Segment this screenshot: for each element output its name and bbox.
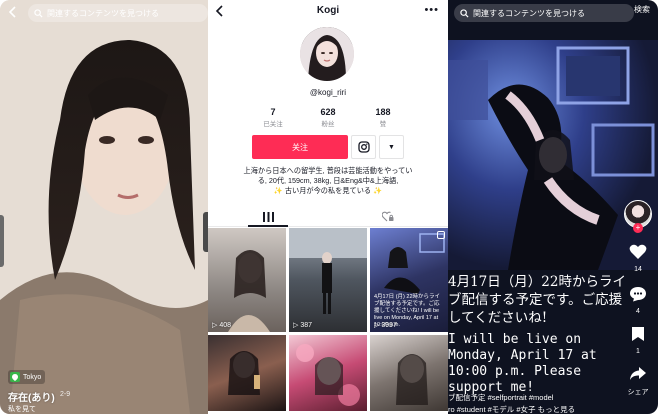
video-caption-japanese: 4月17日（月）22時からライブ配信する予定です。ご応援してくださいね! [448, 274, 626, 326]
search-icon [460, 8, 469, 18]
like-button[interactable]: 14 [624, 244, 652, 273]
bio-line: ✨ 古い月が今の私を見ている ✨ [273, 186, 383, 195]
chevron-left-icon [8, 6, 16, 18]
video-caption: 私を見て [8, 406, 36, 413]
hashtag-line[interactable]: ブ配信予定 #selfportrait #model [448, 392, 638, 404]
stat-number: 188 [375, 107, 391, 117]
thumbnail-image [296, 344, 360, 406]
tab-videos[interactable] [208, 207, 328, 227]
profile-bio: 上海から日本への留学生, 普段は芸能活動をやってい る, 20代, 159cm,… [222, 166, 434, 196]
profile-actions: 关注 ▼ [252, 135, 404, 159]
save-count: 1 [636, 348, 640, 355]
search-placeholder: 関連するコンテンツを見つける [47, 8, 159, 18]
search-input[interactable]: 関連するコンテンツを見つける [28, 4, 208, 22]
video-frame [0, 0, 208, 414]
play-icon: ▷ [212, 322, 218, 329]
follow-plus-icon[interactable]: + [633, 223, 643, 233]
hashtag-line[interactable]: ro #student #モデル #女子 もっと見る [448, 404, 638, 414]
drawer-handle[interactable] [0, 215, 4, 267]
instagram-button[interactable] [351, 135, 376, 159]
bio-line: 上海から日本への留学生, 普段は芸能活動をやってい [243, 166, 413, 175]
stat-label: 粉丝 [321, 121, 335, 128]
profile-tabs [208, 207, 448, 227]
video-hashtags: ブ配信予定 #selfportrait #model ro #student #… [448, 392, 638, 414]
thumbnail-image [228, 351, 260, 395]
play-icon: ▷ [293, 322, 299, 329]
stat-label: 赞 [379, 121, 387, 128]
heart-icon [629, 244, 647, 259]
avatar[interactable] [300, 27, 354, 81]
followers-stat[interactable]: 628 粉丝 [303, 107, 353, 128]
suggested-accounts-button[interactable]: ▼ [379, 135, 404, 159]
search-button[interactable]: 検索 [634, 4, 650, 15]
video-thumbnail[interactable]: 4月17日 (月) 22時からライブ配信する予定です。ご応援してくださいね! I… [370, 228, 448, 332]
location-pin-icon [10, 372, 20, 382]
more-options-icon[interactable]: ••• [424, 4, 439, 16]
search-input[interactable]: 関連するコンテンツを見つける [454, 4, 634, 22]
comment-icon [630, 287, 646, 302]
back-button[interactable] [5, 3, 19, 21]
video-caption-english: I will be live on Monday, April 17 at 10… [448, 332, 597, 395]
share-icon [630, 367, 646, 380]
following-stat[interactable]: 7 已关注 [248, 107, 298, 128]
instagram-icon [357, 141, 370, 153]
left-video-panel[interactable]: 関連するコンテンツを見つける Tokyo 存在(あり) 2-9 私を見て [0, 0, 208, 414]
like-count: 14 [634, 266, 642, 273]
comment-button[interactable]: 4 [624, 286, 652, 315]
stat-number: 7 [270, 107, 276, 117]
video-grid: ▷ 408 ▷ 387 4月17日 (月) 22時からライブ配信する予定です。ご応援… [208, 228, 448, 411]
comment-count: 4 [636, 308, 640, 315]
video-thumbnail[interactable]: ▷ 387 [289, 228, 367, 332]
location-badge[interactable]: Tokyo [8, 370, 46, 384]
video-thumbnail[interactable] [370, 335, 448, 411]
thumbnail-image [289, 228, 367, 314]
profile-handle: @kogi_riri [309, 88, 347, 97]
grid-icon [262, 211, 274, 222]
video-frame [448, 40, 658, 270]
profile-name: Kogi [316, 5, 340, 16]
thumbnail-image [228, 250, 270, 332]
view-count: ▷ 408 [212, 321, 232, 330]
save-button[interactable]: 1 [624, 326, 652, 355]
liked-lock-icon [382, 211, 394, 222]
profile-stats: 7 已关注 628 粉丝 188 赞 [248, 107, 408, 128]
play-icon: ▷ [374, 322, 380, 329]
search-icon [34, 8, 43, 18]
bookmark-icon [632, 327, 644, 341]
bio-line: る, 20代, 159cm, 38kg, 日&Eng&中&上海語, [257, 176, 399, 185]
search-placeholder: 関連するコンテンツを見つける [473, 8, 585, 18]
stat-label: 已关注 [263, 121, 283, 128]
right-video-panel[interactable]: 関連するコンテンツを見つける 検索 + 14 4 1 シェア 4月17日（月）2… [448, 0, 658, 414]
multi-photo-icon [437, 231, 445, 239]
stat-number: 628 [320, 107, 336, 117]
profile-header: Kogi ••• [208, 0, 448, 22]
likes-stat[interactable]: 188 赞 [358, 107, 408, 128]
follow-button[interactable]: 关注 [252, 135, 348, 159]
tab-liked[interactable] [328, 207, 448, 226]
video-title: 存在(あり) [8, 393, 55, 404]
video-thumbnail[interactable] [289, 335, 367, 411]
thumbnail-image [396, 354, 428, 405]
video-thumbnail[interactable] [208, 335, 286, 411]
view-count: ▷ 3997 [374, 321, 397, 330]
video-date: 2-9 [60, 391, 71, 398]
video-thumbnail[interactable]: ▷ 408 [208, 228, 286, 332]
view-count: ▷ 387 [293, 321, 313, 330]
profile-panel: Kogi ••• @kogi_riri 7 已关注 628 粉丝 188 赞 关… [208, 0, 448, 414]
location-label: Tokyo [23, 373, 42, 381]
